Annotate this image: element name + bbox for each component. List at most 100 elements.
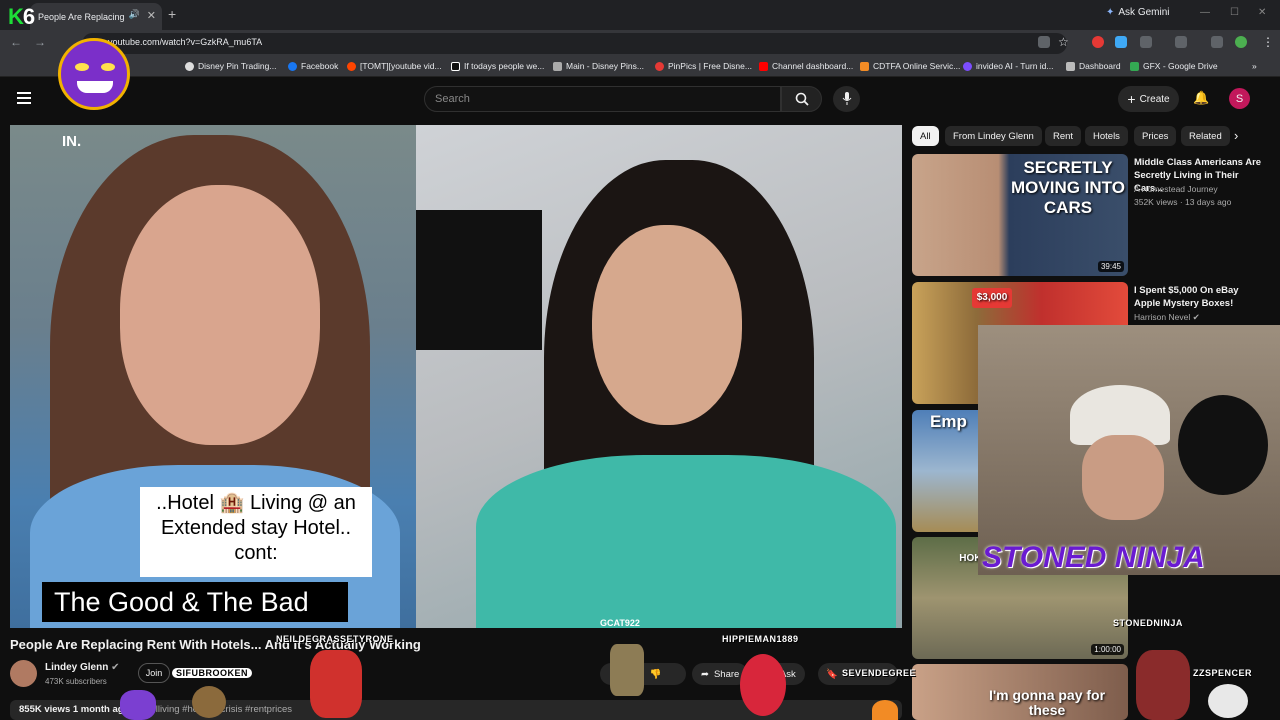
bookmark-item[interactable]: PinPics | Free Disne...	[655, 61, 752, 71]
recommendation-channel[interactable]: A Homestead Journey	[1134, 184, 1218, 194]
more-bookmarks-icon[interactable]: »	[1252, 61, 1257, 71]
thumbnail-text: I'm gonna pay for these	[988, 687, 1106, 718]
more-menu-icon[interactable]: ⋮	[1262, 35, 1274, 49]
minimize-icon[interactable]: —	[1200, 7, 1210, 18]
chat-avatar-sprite	[310, 650, 362, 718]
chip-rent[interactable]: Rent	[1045, 126, 1082, 146]
chat-avatar-sprite	[120, 690, 156, 720]
video-frame-monitor	[416, 210, 542, 350]
video-right-panel	[416, 125, 902, 628]
join-button[interactable]: Join	[138, 663, 170, 683]
verified-icon: ✔	[1192, 312, 1200, 322]
stream-username: ZZSPENCER	[1193, 668, 1253, 678]
bookmark-item[interactable]: Channel dashboard...	[759, 61, 853, 71]
stream-username: HIPPIEMAN1889	[722, 634, 799, 644]
stoned-ninja-overlay: STONED NINJA	[982, 541, 1205, 574]
close-tab-icon[interactable]: ✕	[147, 9, 156, 22]
recommendation-meta: 352K views · 13 days ago	[1134, 197, 1232, 207]
thumbnail-text: SECRETLY MOVING INTO CARS	[1011, 158, 1125, 217]
address-bar: ← → youtube.com/watch?v=GzkRA_mu6TA ☆ ⋮	[0, 30, 1280, 57]
account-avatar[interactable]: S	[1229, 88, 1250, 109]
bookmark-item[interactable]: CDTFA Online Servic...	[860, 61, 960, 71]
create-label: Create	[1139, 93, 1170, 105]
search-placeholder: Search	[435, 93, 470, 105]
new-tab-button[interactable]: +	[168, 6, 176, 22]
mascot-eye	[75, 63, 89, 71]
install-icon[interactable]	[1038, 36, 1050, 48]
extensions-puzzle-icon[interactable]	[1140, 36, 1152, 48]
stream-username: SIFUBROOKEN	[172, 668, 253, 678]
microphone-icon	[842, 92, 851, 105]
profile-icon[interactable]	[1235, 36, 1247, 48]
search-input[interactable]: Search	[424, 86, 781, 112]
recommendation-item[interactable]: SECRETLY MOVING INTO CARS 39:45 Middle C…	[912, 154, 1272, 276]
thumbnail-text: $3,000	[972, 288, 1012, 308]
video-thumbnail[interactable]: I'm gonna pay for these	[912, 664, 1128, 720]
thumbs-down-icon[interactable]: 👎	[650, 669, 662, 680]
ask-gemini-button[interactable]: ✦ Ask Gemini	[1106, 7, 1170, 18]
bookmark-item[interactable]: Disney Pin Trading...	[185, 61, 276, 71]
video-thumbnail[interactable]: SECRETLY MOVING INTO CARS 39:45	[912, 154, 1128, 276]
bookmark-item[interactable]: invideo AI - Turn id...	[963, 61, 1053, 71]
share-icon: ➦	[701, 668, 709, 680]
bookmark-item[interactable]: If todays people we...	[451, 61, 544, 71]
video-duration: 1:00:00	[1091, 644, 1124, 655]
notifications-bell-icon[interactable]: 🔔	[1193, 90, 1209, 106]
channel-avatar[interactable]	[10, 660, 37, 687]
mascot-mouth	[77, 81, 113, 93]
ask-gemini-label: Ask Gemini	[1118, 7, 1170, 18]
video-player[interactable]: IN. ..Hotel 🏨 Living @ an Extended stay …	[10, 125, 902, 628]
media-icon[interactable]	[1211, 36, 1223, 48]
mickey-plush	[1178, 395, 1268, 495]
create-button[interactable]: + Create	[1118, 86, 1179, 112]
verified-icon: ✔	[111, 662, 120, 673]
hamburger-menu-icon[interactable]	[17, 92, 31, 104]
bookmark-item[interactable]: Main - Disney Pins...	[553, 61, 644, 71]
stream-username: STONEDNINJA	[1113, 618, 1183, 628]
video-frame-face	[120, 185, 320, 445]
bookmark-item[interactable]: [TOMT][youtube vid...	[347, 61, 442, 71]
recommendation-title[interactable]: I Spent $5,000 On eBay Apple Mystery Box…	[1134, 284, 1266, 310]
maximize-icon[interactable]: ☐	[1230, 7, 1239, 18]
search-button[interactable]	[781, 86, 822, 112]
subscriber-count: 473K subscribers	[45, 677, 107, 686]
voice-search-button[interactable]	[833, 86, 860, 112]
chat-avatar-sprite	[872, 700, 898, 720]
video-duration: 39:45	[1097, 261, 1124, 272]
chat-avatar-sprite	[1208, 684, 1248, 718]
chip-from-channel[interactable]: From Lindey Glenn	[945, 126, 1042, 146]
back-icon[interactable]: ←	[10, 35, 22, 49]
streamer-webcam-overlay	[978, 325, 1280, 575]
bookmark-item[interactable]: Dashboard	[1066, 61, 1121, 71]
sidebar-icon[interactable]	[1175, 36, 1187, 48]
bookmarks-bar: Disney Pin Trading... Facebook [TOMT][yo…	[0, 57, 1280, 77]
video-caption-box: ..Hotel 🏨 Living @ an Extended stay Hote…	[140, 487, 372, 577]
bookmark-item[interactable]: GFX - Google Drive	[1130, 61, 1218, 71]
video-frame-face	[592, 225, 742, 425]
stream-username: GCAT922	[600, 618, 640, 628]
forward-icon[interactable]: →	[34, 35, 46, 49]
chat-avatar-sprite	[1136, 650, 1190, 720]
close-window-icon[interactable]: ✕	[1258, 7, 1266, 18]
extension-icon[interactable]	[1092, 36, 1104, 48]
url-text: youtube.com/watch?v=GzkRA_mu6TA	[108, 37, 263, 47]
chat-avatar-sprite	[610, 644, 644, 696]
recommendation-channel[interactable]: Harrison Nevel ✔	[1134, 312, 1200, 323]
video-caption-bottom: The Good & The Bad	[42, 582, 348, 622]
chip-hotels[interactable]: Hotels	[1085, 126, 1128, 146]
streamer-face	[1082, 435, 1164, 520]
bookmark-item[interactable]: Facebook	[288, 61, 338, 71]
stream-username: SEVENDEGREE	[842, 668, 917, 678]
chevron-right-icon[interactable]: ›	[1234, 128, 1238, 143]
chip-all[interactable]: All	[912, 126, 939, 146]
search-icon	[795, 92, 809, 106]
browser-tab-bar: People Are Replacing Rent 🔊 ✕ + ✦ Ask Ge…	[0, 0, 1280, 30]
speaker-icon[interactable]: 🔊	[129, 9, 140, 20]
channel-name[interactable]: Lindey Glenn ✔	[45, 662, 120, 673]
bookmark-icon: 🔖	[826, 668, 838, 680]
omnibox[interactable]: youtube.com/watch?v=GzkRA_mu6TA	[82, 33, 1067, 54]
extension-icon[interactable]	[1115, 36, 1127, 48]
chip-related[interactable]: Related	[1181, 126, 1230, 146]
star-icon[interactable]: ☆	[1058, 35, 1069, 49]
chip-prices[interactable]: Prices	[1134, 126, 1177, 146]
